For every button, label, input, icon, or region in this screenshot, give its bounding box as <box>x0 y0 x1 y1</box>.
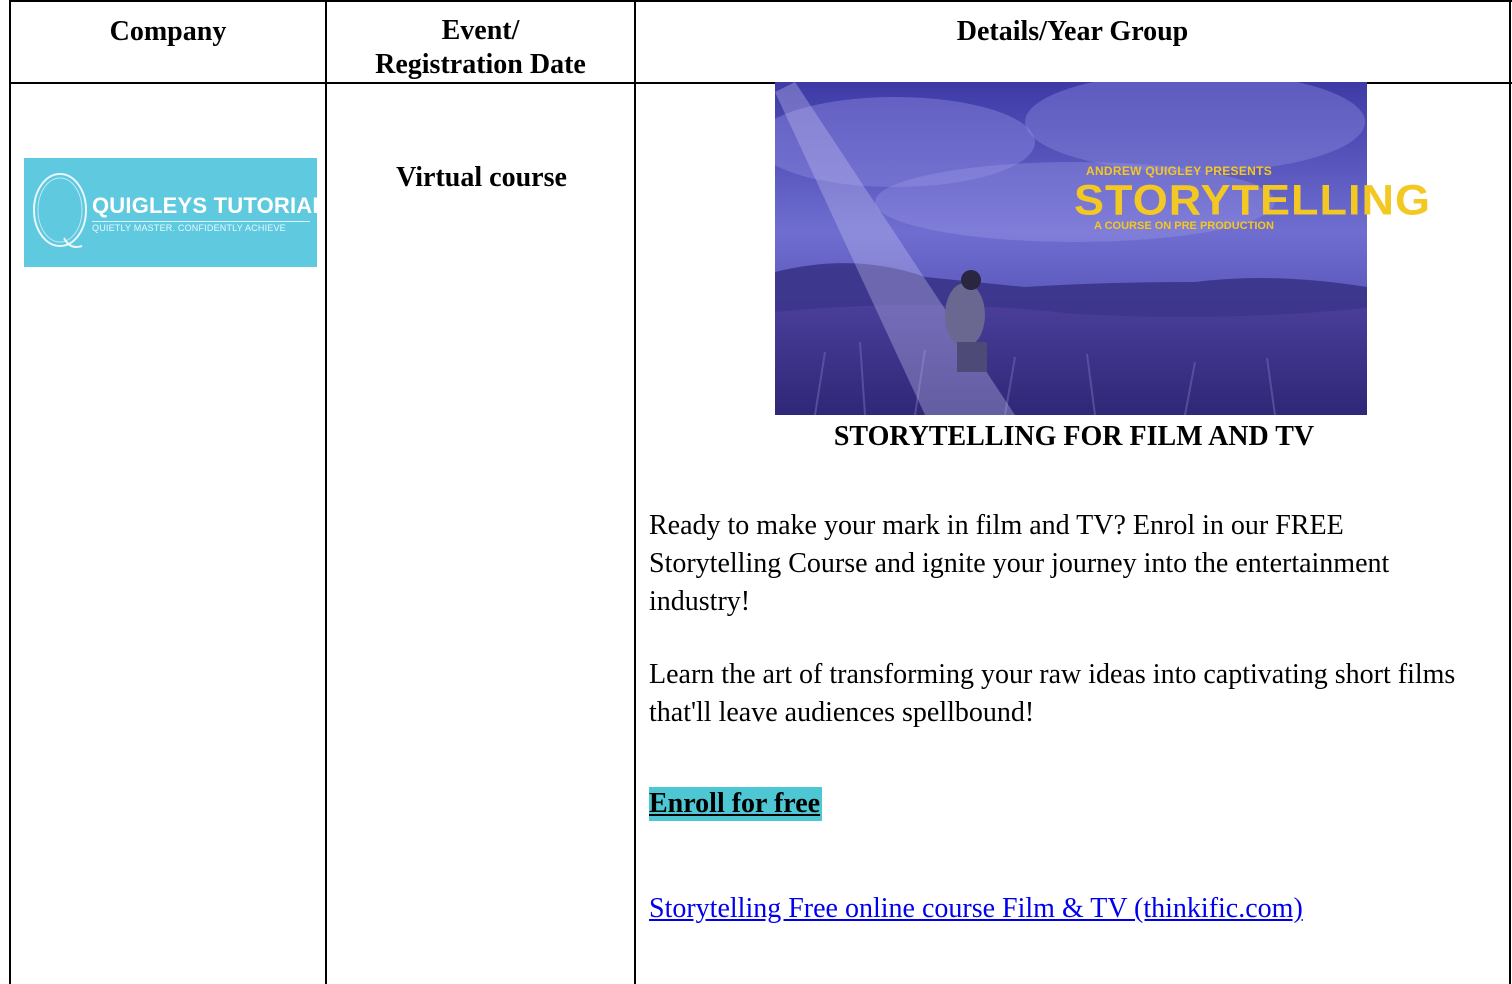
course-link[interactable]: Storytelling Free online course Film & T… <box>649 892 1303 926</box>
column-divider-1 <box>325 0 327 984</box>
logo-tagline: QUIETLY MASTER. CONFIDENTLY ACHIEVE <box>92 223 286 233</box>
header-event-line2: Registration Date <box>375 49 586 80</box>
enroll-link[interactable]: Enroll for free <box>649 787 823 821</box>
header-details: Details/Year Group <box>956 16 1189 47</box>
header-event: Event/ Registration Date <box>327 14 634 82</box>
description-paragraph-2: Learn the art of transforming your raw i… <box>649 659 1456 728</box>
column-divider-2 <box>634 0 636 984</box>
table-left-border <box>9 0 11 984</box>
storytelling-banner-image <box>775 82 1367 415</box>
description-paragraph-1: Ready to make your mark in film and TV? … <box>649 510 1390 617</box>
banner-subtitle: A COURSE ON PRE PRODUCTION <box>1094 220 1274 232</box>
q-letter-icon <box>33 173 87 248</box>
table-top-border <box>9 0 1512 2</box>
banner-title: STORYTELLING <box>1074 175 1432 224</box>
quigleys-tutorials-logo: QUIGLEYS TUTORIALS QUIETLY MASTER. CONFI… <box>24 158 317 267</box>
logo-title: QUIGLEYS TUTORIALS <box>92 193 317 218</box>
course-title: STORYTELLING FOR FILM AND TV <box>833 421 1315 452</box>
table-right-border <box>1509 0 1511 984</box>
event-name: Virtual course <box>396 162 567 193</box>
header-event-line1: Event/ <box>441 15 520 46</box>
header-company: Company <box>109 16 227 47</box>
logo-divider <box>92 221 310 222</box>
